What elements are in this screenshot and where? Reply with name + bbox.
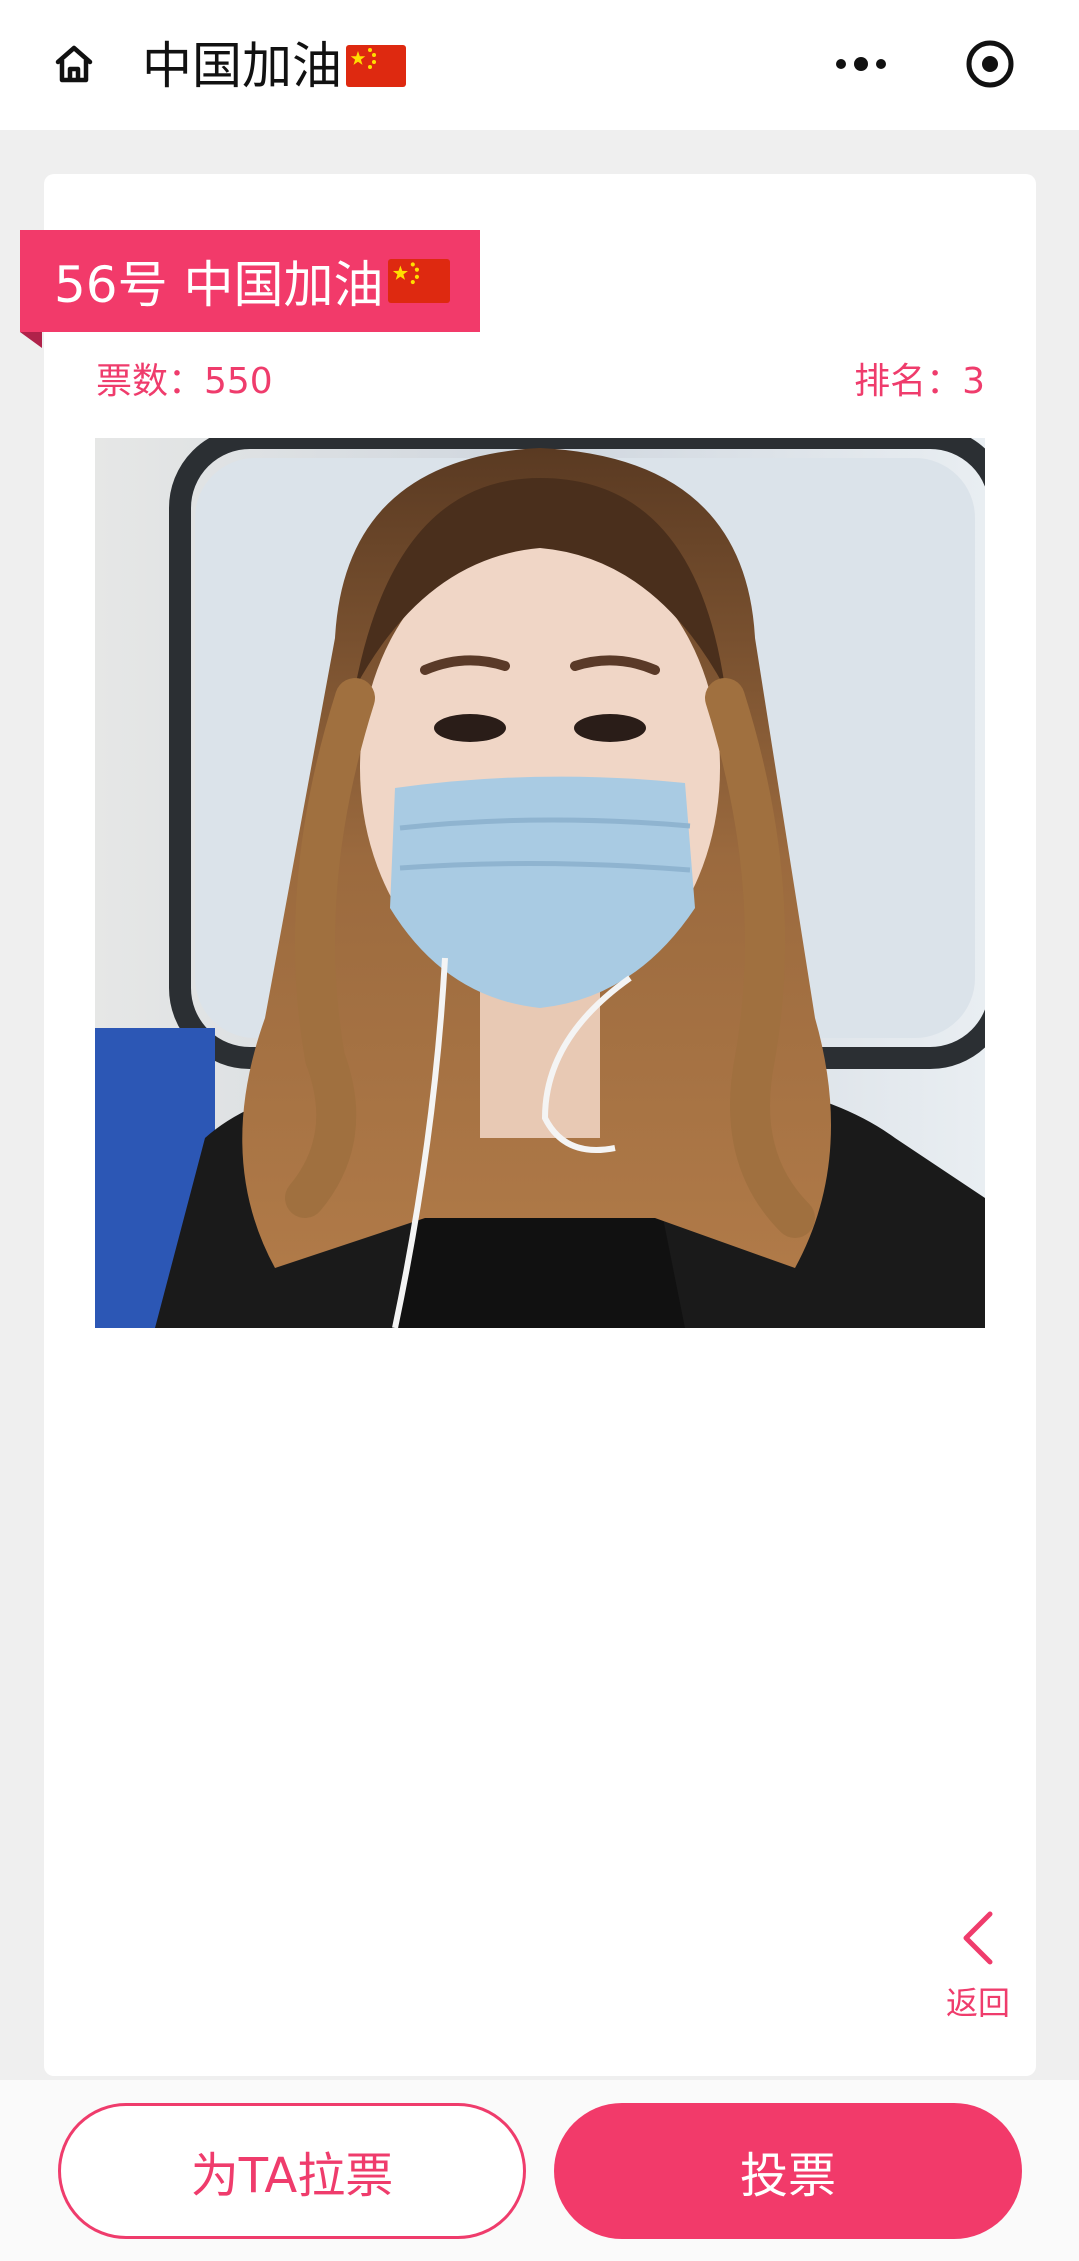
back-button[interactable]: 返回 [938,1908,1018,2022]
china-flag-icon [346,45,406,87]
ribbon-fold [20,332,42,348]
page-title-text: 中国加油 [142,37,342,95]
capsule-close-icon [964,38,1016,94]
entry-title: 56号 中国加油 [54,256,384,314]
rank: 排名：3 [854,361,985,402]
page-title: 中国加油 [142,34,406,98]
china-flag-icon [387,259,450,303]
home-icon [50,40,98,92]
chevron-left-icon [956,1908,1000,1972]
more-dots-icon [833,54,889,78]
vote-count: 票数：550 [96,361,273,402]
back-label: 返回 [945,1984,1010,2022]
vote-button[interactable]: 投票 [554,2103,1022,2239]
portrait-image [95,438,985,1328]
canvass-button[interactable]: 为TA拉票 [58,2103,526,2239]
entry-ribbon: 56号 中国加油 [20,230,480,332]
home-button[interactable] [44,36,104,96]
entry-photo[interactable] [95,438,985,1328]
close-miniprogram-button[interactable] [960,36,1020,96]
more-button[interactable] [826,40,896,92]
